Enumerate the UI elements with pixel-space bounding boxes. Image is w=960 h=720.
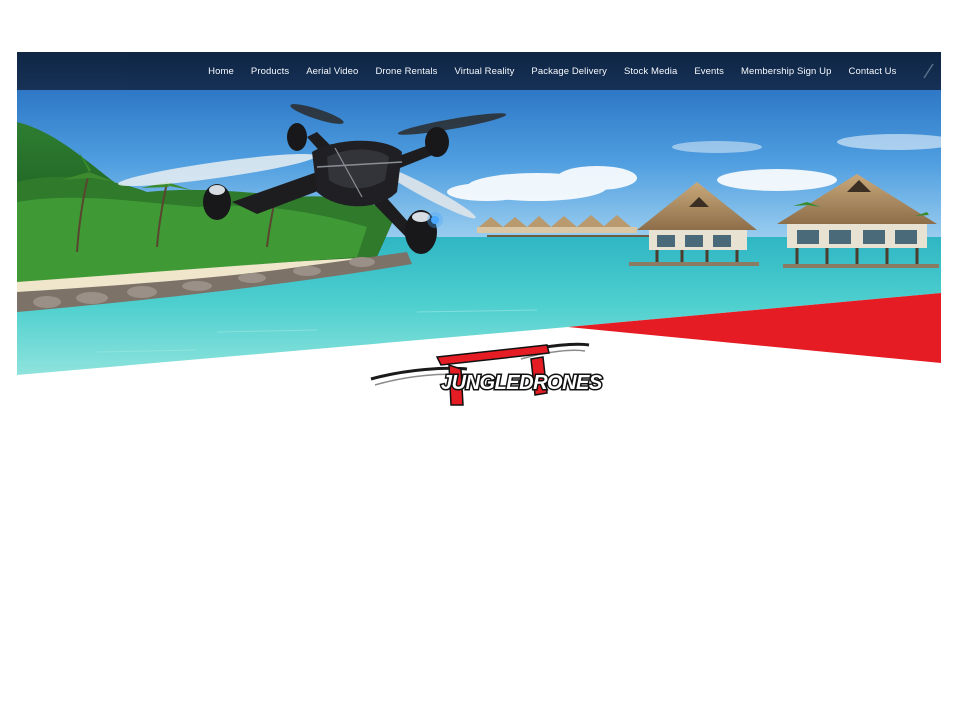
nav-virtual-reality[interactable]: Virtual Reality xyxy=(446,66,523,77)
jungle-drones-logo[interactable]: JUNGLEDRONES xyxy=(367,339,623,413)
nav-membership-sign-up[interactable]: Membership Sign Up xyxy=(732,66,840,77)
nav-products[interactable]: Products xyxy=(242,66,297,77)
top-navigation: Home Products Aerial Video Drone Rentals Vir… xyxy=(17,52,941,90)
page: Home Products Aerial Video Drone Rentals Vir… xyxy=(0,0,960,720)
nav-list: Home Products Aerial Video Drone Rentals Vir… xyxy=(200,66,905,77)
nav-contact-us[interactable]: Contact Us xyxy=(840,66,905,77)
logo-text: JUNGLEDRONES xyxy=(441,372,603,394)
nav-home[interactable]: Home xyxy=(200,66,243,77)
nav-events[interactable]: Events xyxy=(686,66,733,77)
nav-stock-media[interactable]: Stock Media xyxy=(615,66,685,77)
hero-image xyxy=(17,52,941,375)
nav-package-delivery[interactable]: Package Delivery xyxy=(523,66,616,77)
hero-banner: Home Products Aerial Video Drone Rentals Vir… xyxy=(17,52,941,375)
nav-drone-rentals[interactable]: Drone Rentals xyxy=(367,66,446,77)
slash-icon xyxy=(923,63,934,79)
nav-aerial-video[interactable]: Aerial Video xyxy=(298,66,367,77)
